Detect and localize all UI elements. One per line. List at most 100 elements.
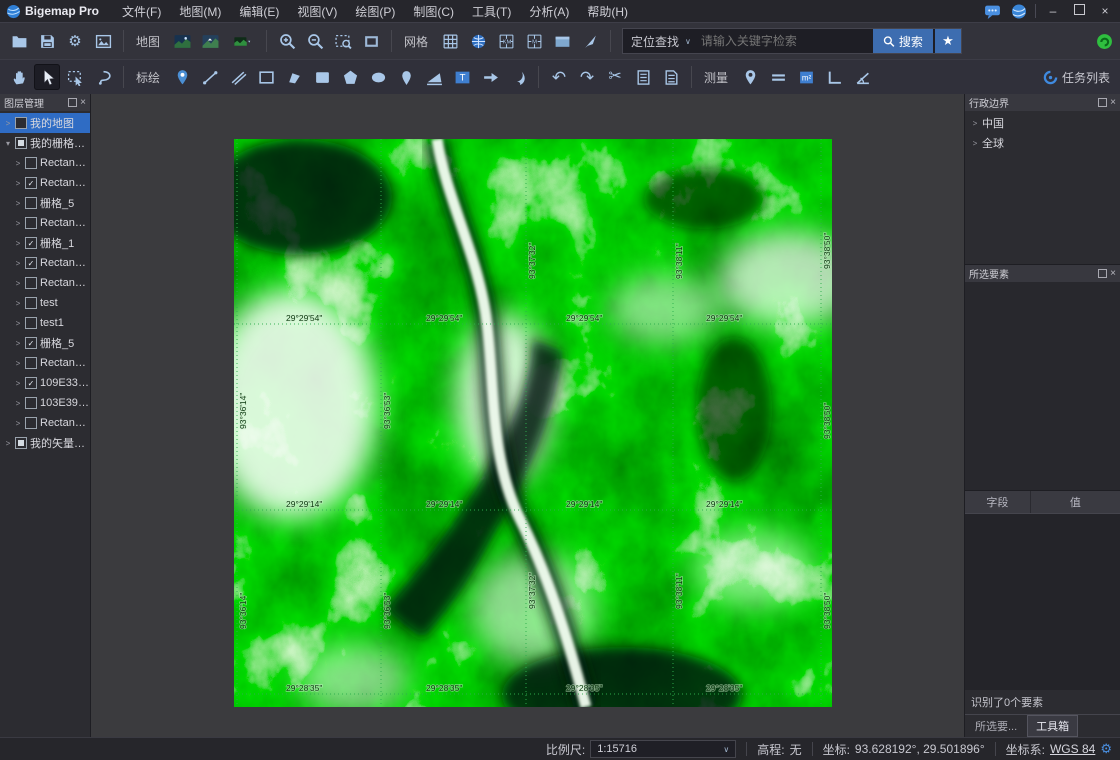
menu-item-7[interactable]: 分析(A) <box>520 1 578 22</box>
chevron-icon[interactable]: > <box>14 359 22 368</box>
chevron-icon[interactable]: > <box>4 119 12 128</box>
layer-checkbox[interactable] <box>25 277 37 289</box>
chevron-icon[interactable]: > <box>14 239 22 248</box>
menu-item-0[interactable]: 文件(F) <box>113 1 170 22</box>
chevron-icon[interactable]: > <box>14 199 22 208</box>
draw-filled-rect-button[interactable] <box>309 64 335 90</box>
draw-line-button[interactable] <box>197 64 223 90</box>
measure-azimuth-button[interactable] <box>849 64 875 90</box>
chevron-icon[interactable]: > <box>14 399 22 408</box>
search-button[interactable]: 搜索 <box>873 29 933 53</box>
globe-grid-button[interactable] <box>465 28 491 54</box>
layer-row-16[interactable]: >我的矢量图层 <box>0 433 90 453</box>
layer-row-11[interactable]: >栅格_5 <box>0 333 90 353</box>
layer-row-8[interactable]: >Rectangle... <box>0 273 90 293</box>
basemap-satellite-button[interactable] <box>169 28 195 54</box>
chevron-icon[interactable]: > <box>4 439 12 448</box>
chevron-icon[interactable]: > <box>971 139 979 148</box>
layer-checkbox[interactable] <box>25 197 37 209</box>
minimize-button[interactable]: – <box>1044 2 1062 20</box>
admin-row-1[interactable]: >全球 <box>965 133 1120 153</box>
menu-item-5[interactable]: 制图(C) <box>404 1 463 22</box>
pan-tool-button[interactable] <box>6 64 32 90</box>
export-image-button[interactable] <box>90 28 116 54</box>
grid-km-button[interactable]: KM <box>493 28 519 54</box>
layer-checkbox[interactable] <box>25 217 37 229</box>
restore-button[interactable] <box>1070 2 1088 20</box>
layer-checkbox[interactable] <box>25 337 37 349</box>
chevron-icon[interactable]: > <box>14 419 22 428</box>
chevron-icon[interactable]: > <box>14 339 22 348</box>
layer-row-10[interactable]: >test1 <box>0 313 90 333</box>
layer-row-1[interactable]: ▾我的栅格图层 <box>0 133 90 153</box>
lasso-select-button[interactable] <box>90 64 116 90</box>
menu-item-3[interactable]: 视图(V) <box>288 1 346 22</box>
draw-slope-button[interactable] <box>421 64 447 90</box>
layer-checkbox[interactable] <box>25 177 37 189</box>
draw-polygon-button[interactable] <box>281 64 307 90</box>
close-button[interactable]: × <box>1096 2 1114 20</box>
layer-row-14[interactable]: >103E39N... <box>0 393 90 413</box>
chevron-icon[interactable]: > <box>14 379 22 388</box>
basemap-terrain-button[interactable] <box>197 28 223 54</box>
save-button[interactable] <box>34 28 60 54</box>
menu-item-6[interactable]: 工具(T) <box>463 1 520 22</box>
zoom-in-button[interactable] <box>274 28 300 54</box>
close-panel-icon[interactable]: × <box>1110 269 1116 279</box>
menu-item-4[interactable]: 绘图(P) <box>346 1 404 22</box>
chevron-icon[interactable]: > <box>14 219 22 228</box>
tab-selected-features[interactable]: 所选要... <box>967 716 1025 736</box>
draw-polyline-button[interactable] <box>225 64 251 90</box>
layer-row-6[interactable]: >栅格_1 <box>0 233 90 253</box>
layer-row-5[interactable]: >Rectangle... <box>0 213 90 233</box>
full-extent-button[interactable] <box>358 28 384 54</box>
menu-item-8[interactable]: 帮助(H) <box>578 1 637 22</box>
chevron-icon[interactable]: > <box>971 119 979 128</box>
grid-button[interactable] <box>437 28 463 54</box>
copy-button[interactable] <box>630 64 656 90</box>
chevron-icon[interactable]: ▾ <box>4 139 12 148</box>
chevron-icon[interactable]: > <box>14 179 22 188</box>
layer-row-15[interactable]: >Rectangle... <box>0 413 90 433</box>
scale-select[interactable]: 1:15716 ∨ <box>590 740 736 758</box>
redo-button[interactable]: ↷ <box>574 64 600 90</box>
crs-settings-gear-icon[interactable]: ⚙ <box>1100 741 1112 757</box>
layer-checkbox[interactable] <box>25 157 37 169</box>
float-panel-icon[interactable] <box>68 98 77 107</box>
layer-checkbox[interactable] <box>25 377 37 389</box>
undo-button[interactable]: ↶ <box>546 64 572 90</box>
grid-folder-button[interactable] <box>549 28 575 54</box>
layer-row-9[interactable]: >test <box>0 293 90 313</box>
measure-distance-button[interactable] <box>765 64 791 90</box>
favorite-button[interactable]: ★ <box>935 29 961 53</box>
paste-button[interactable] <box>658 64 684 90</box>
network-status-icon[interactable] <box>1094 31 1114 51</box>
task-list-button[interactable]: 任务列表 <box>1039 64 1114 90</box>
rect-select-button[interactable] <box>62 64 88 90</box>
locate-mode-dropdown[interactable]: 定位查找 ∨ <box>623 29 699 53</box>
grid-m-button[interactable]: M <box>521 28 547 54</box>
draw-rectangle-button[interactable] <box>253 64 279 90</box>
layer-row-4[interactable]: >栅格_5 <box>0 193 90 213</box>
settings-button[interactable]: ⚙ <box>62 28 88 54</box>
zoom-out-button[interactable] <box>302 28 328 54</box>
layer-row-0[interactable]: >我的地图 <box>0 113 90 133</box>
layer-checkbox[interactable] <box>15 117 27 129</box>
open-button[interactable] <box>6 28 32 54</box>
chevron-icon[interactable]: > <box>14 159 22 168</box>
basemap-more-button[interactable] <box>225 28 259 54</box>
draw-ellipse-button[interactable] <box>365 64 391 90</box>
float-panel-icon[interactable] <box>1098 269 1107 278</box>
layer-row-7[interactable]: >Rectangle... <box>0 253 90 273</box>
measure-angle-button[interactable] <box>821 64 847 90</box>
map-canvas[interactable]: 29°29'54"29°29'54"29°29'54"29°29'54"29°2… <box>91 94 964 737</box>
draw-pentagon-button[interactable] <box>337 64 363 90</box>
draw-curve-button[interactable] <box>505 64 531 90</box>
layer-checkbox[interactable] <box>15 137 27 149</box>
draw-teardrop-button[interactable] <box>393 64 419 90</box>
chevron-icon[interactable]: > <box>14 299 22 308</box>
admin-row-0[interactable]: >中国 <box>965 113 1120 133</box>
chevron-icon[interactable]: > <box>14 319 22 328</box>
layer-row-2[interactable]: >Rectangle... <box>0 153 90 173</box>
menu-item-2[interactable]: 编辑(E) <box>230 1 288 22</box>
